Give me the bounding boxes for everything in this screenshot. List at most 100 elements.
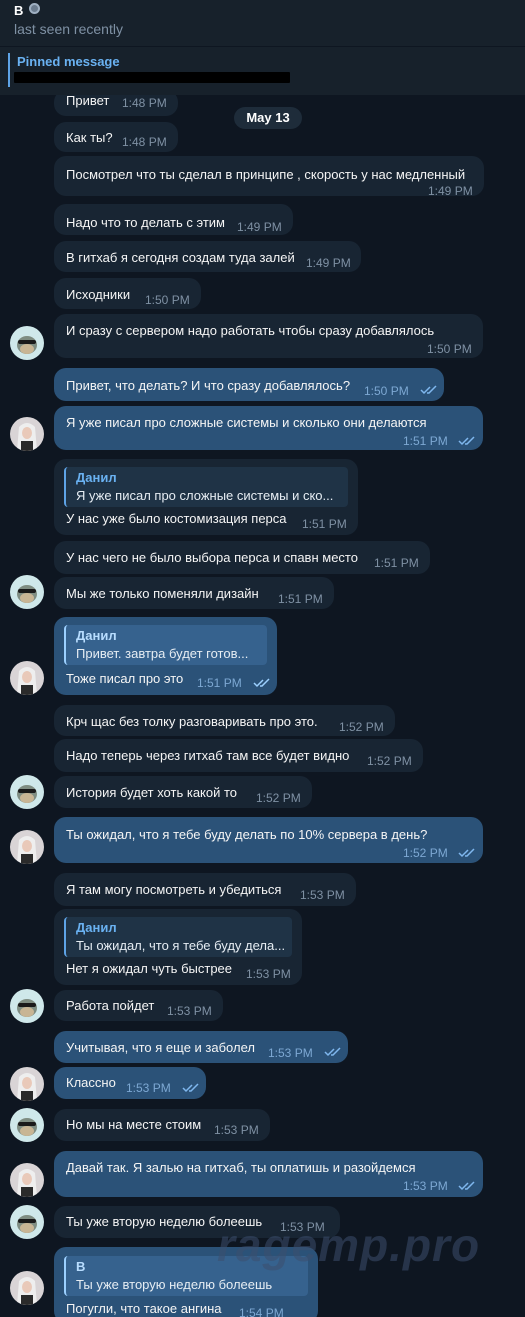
reply-text: Я уже писал про сложные системы и ско... [76, 488, 334, 503]
avatar[interactable] [10, 1108, 44, 1142]
message-text: Классно [66, 1075, 116, 1090]
message-bubble[interactable]: Привет, что делать? И что сразу добавлял… [54, 368, 444, 401]
message-text: История будет хоть какой то [66, 785, 238, 800]
message-time: 1:49 PM [428, 184, 473, 198]
message-bubble[interactable]: Данил Ты ожидал, что я тебе буду дела...… [54, 909, 302, 985]
message-time: 1:53 PM [403, 1179, 448, 1193]
read-check-icon [458, 1181, 475, 1191]
message-time: 1:51 PM [278, 592, 323, 606]
reply-text: Ты ожидал, что я тебе буду дела... [76, 938, 286, 953]
read-check-icon [458, 436, 475, 446]
message-time: 1:52 PM [403, 846, 448, 860]
message-bubble[interactable]: Привет 1:48 PM [54, 95, 178, 116]
message-bubble[interactable]: Крч щас без толку разговаривать про это.… [54, 705, 395, 736]
message-time: 1:51 PM [374, 556, 419, 570]
message-bubble[interactable]: Я уже писал про сложные системы и скольк… [54, 406, 483, 450]
message-time: 1:51 PM [403, 434, 448, 448]
pinned-title: Pinned message [17, 54, 120, 69]
avatar[interactable] [10, 775, 44, 809]
message-time: 1:50 PM [145, 293, 190, 307]
avatar[interactable] [10, 1205, 44, 1239]
message-bubble[interactable]: В гитхаб я сегодня создам туда залей 1:4… [54, 241, 361, 272]
read-check-icon [420, 385, 437, 395]
message-time: 1:50 PM [364, 384, 409, 398]
message-time: 1:51 PM [302, 517, 347, 531]
message-text: Погугли, что такое ангина [66, 1301, 222, 1316]
message-bubble[interactable]: История будет хоть какой то 1:52 PM [54, 776, 312, 808]
message-text: Крч щас без толку разговаривать про это. [66, 714, 318, 729]
message-bubble[interactable]: Ты ожидал, что я тебе буду делать по 10%… [54, 817, 483, 863]
reply-text: Привет. завтра будет готов... [76, 646, 249, 661]
message-bubble[interactable]: Надо теперь через гитхаб там все будет в… [54, 739, 423, 772]
message-text: Мы же только поменяли дизайн [66, 586, 259, 601]
message-bubble[interactable]: Данил Привет. завтра будет готов... Тоже… [54, 617, 277, 695]
message-bubble[interactable]: Надо что то делать с этим 1:49 PM [54, 204, 293, 235]
reply-author: Данил [76, 920, 117, 935]
message-time: 1:48 PM [122, 96, 167, 110]
avatar[interactable] [10, 661, 44, 695]
message-bubble[interactable]: Я там могу посмотреть и убедиться 1:53 P… [54, 873, 356, 906]
message-bubble[interactable]: Как ты? 1:48 PM [54, 122, 178, 152]
message-bubble[interactable]: И сразу с сервером надо работать чтобы с… [54, 314, 483, 358]
avatar[interactable] [10, 575, 44, 609]
message-time: 1:53 PM [246, 967, 291, 981]
message-bubble[interactable]: У нас чего не было выбора перса и спавн … [54, 541, 430, 574]
read-check-icon [324, 1047, 341, 1057]
message-text: Привет [66, 95, 110, 108]
message-text: Исходники [66, 287, 131, 302]
message-text: В гитхаб я сегодня создам туда залей [66, 250, 295, 265]
message-time: 1:53 PM [300, 888, 345, 902]
message-text: Ты ожидал, что я тебе буду делать по 10%… [66, 827, 428, 842]
message-text: Но мы на месте стоим [66, 1117, 202, 1132]
message-text: Нет я ожидал чуть быстрее [66, 961, 233, 976]
chat-header[interactable]: B last seen recently [0, 0, 525, 46]
avatar[interactable] [10, 417, 44, 451]
message-text: Я там могу посмотреть и убедиться [66, 882, 282, 897]
avatar[interactable] [10, 1067, 44, 1101]
message-time: 1:53 PM [167, 1004, 212, 1018]
message-time: 1:49 PM [306, 256, 351, 270]
redacted-pinned-text [14, 72, 290, 83]
message-text: Надо что то делать с этим [66, 215, 225, 230]
reply-quote[interactable]: Данил Ты ожидал, что я тебе буду дела... [64, 917, 292, 957]
message-text: У нас уже было костомизация перса [66, 511, 287, 526]
message-time: 1:52 PM [339, 720, 384, 734]
message-time: 1:53 PM [268, 1046, 313, 1060]
message-text: Давай так. Я залью на гитхаб, ты оплатиш… [66, 1160, 416, 1175]
message-bubble[interactable]: Учитывая, что я еще и заболел 1:53 PM [54, 1031, 348, 1063]
reply-text: Ты уже вторую неделю болеешь [76, 1277, 273, 1292]
message-time: 1:48 PM [122, 135, 167, 149]
message-time: 1:52 PM [256, 791, 301, 805]
message-bubble[interactable]: Работа пойдет 1:53 PM [54, 990, 223, 1021]
status-emoji-icon [29, 3, 40, 14]
message-bubble[interactable]: Классно 1:53 PM [54, 1067, 206, 1099]
reply-author: Данил [76, 470, 117, 485]
reply-author: B [76, 1259, 86, 1274]
message-bubble[interactable]: Но мы на месте стоим 1:53 PM [54, 1109, 270, 1141]
message-bubble[interactable]: Давай так. Я залью на гитхаб, ты оплатиш… [54, 1151, 483, 1197]
message-text: Как ты? [66, 130, 113, 145]
avatar[interactable] [10, 1163, 44, 1197]
watermark: ragemp.pro [217, 1219, 481, 1271]
message-bubble[interactable]: Данил Я уже писал про сложные системы и … [54, 459, 358, 535]
avatar[interactable] [10, 989, 44, 1023]
read-check-icon [458, 848, 475, 858]
reply-quote[interactable]: Данил Привет. завтра будет готов... [64, 625, 267, 665]
contact-name[interactable]: B [14, 3, 23, 18]
message-text: Учитывая, что я еще и заболел [66, 1040, 255, 1055]
message-bubble[interactable]: Мы же только поменяли дизайн 1:51 PM [54, 577, 334, 609]
message-text: Надо теперь через гитхаб там все будет в… [66, 748, 350, 763]
pinned-message-bar[interactable]: Pinned message [0, 47, 525, 95]
message-text: У нас чего не было выбора перса и спавн … [66, 550, 358, 565]
read-check-icon [253, 678, 270, 688]
message-text: Работа пойдет [66, 998, 155, 1013]
message-time: 1:54 PM [239, 1306, 284, 1317]
avatar[interactable] [10, 326, 44, 360]
message-bubble[interactable]: Посмотрел что ты сделал в принципе , ско… [54, 156, 484, 198]
message-bubble[interactable]: Исходники 1:50 PM [54, 278, 201, 309]
message-list[interactable]: May 13 Привет 1:48 PM Как ты? 1:48 PM По… [0, 95, 525, 1317]
reply-quote[interactable]: Данил Я уже писал про сложные системы и … [64, 467, 348, 507]
avatar[interactable] [10, 830, 44, 864]
avatar[interactable] [10, 1271, 44, 1305]
message-time: 1:52 PM [367, 754, 412, 768]
